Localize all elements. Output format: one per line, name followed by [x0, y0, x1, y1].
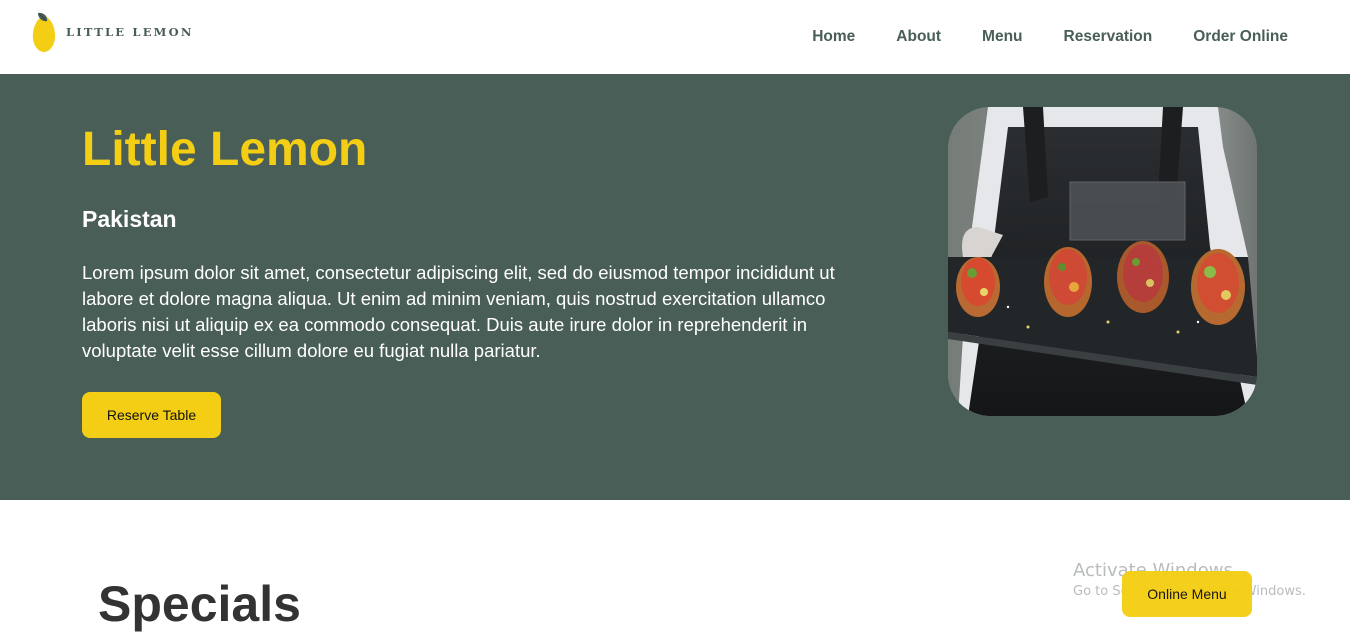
online-menu-button[interactable]: Online Menu: [1122, 571, 1252, 617]
hero-title: Little Lemon: [82, 123, 368, 176]
specials-title: Specials: [98, 576, 301, 632]
nav-reservation-link[interactable]: Reservation: [1064, 28, 1153, 46]
food-platter-photo-icon: [948, 107, 1257, 416]
hero-description: Lorem ipsum dolor sit amet, consectetur …: [82, 262, 835, 361]
navbar: LITTLE LEMON Home About Menu Reservation…: [0, 0, 1350, 74]
reserve-table-button[interactable]: Reserve Table: [82, 392, 221, 438]
hero-subtitle: Pakistan: [82, 206, 177, 232]
nav-order-online-link[interactable]: Order Online: [1193, 28, 1288, 46]
nav-menu-link[interactable]: Menu: [982, 28, 1022, 46]
logo[interactable]: LITTLE LEMON: [30, 11, 194, 53]
nav-home-link[interactable]: Home: [812, 28, 855, 46]
nav-about-link[interactable]: About: [896, 28, 941, 46]
hero-food-image: [948, 107, 1257, 416]
main-nav: Home About Menu Reservation Order Online: [771, 0, 1288, 74]
lemon-logo-icon: [32, 12, 55, 52]
hero-section: Little Lemon Pakistan Lorem ipsum dolor …: [0, 74, 1350, 500]
logo-text: LITTLE LEMON: [66, 25, 194, 39]
